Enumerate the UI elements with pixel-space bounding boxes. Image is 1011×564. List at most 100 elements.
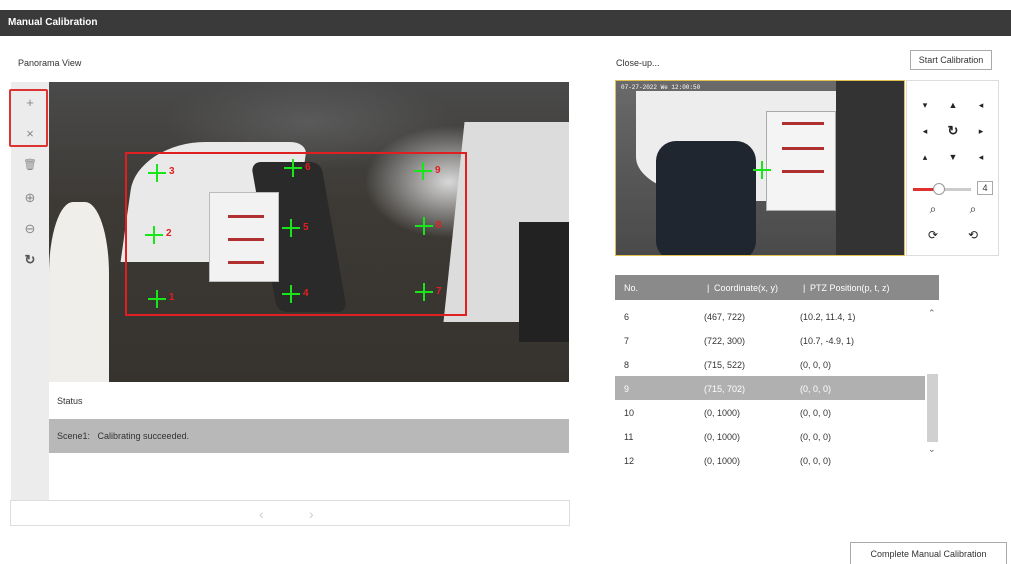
ptz-control-panel: ▾ ▲ ◂ ◂ ↻ ▸ ▴ ▼ ◂ 4 ⌕ ⌕ ⟳ ⟲ [906, 80, 999, 256]
speed-slider-handle[interactable] [933, 183, 946, 195]
closeup-view[interactable]: 07-27-2022 We 12:00:50 [615, 80, 905, 256]
cell-ptz: (10.2, 11.4, 1) [800, 312, 856, 322]
closeup-chair [656, 141, 756, 255]
closeup-dark-area [836, 81, 904, 255]
tool-highlight-box [9, 89, 48, 147]
zoom-in-icon[interactable]: ⊕ [11, 186, 49, 210]
start-calibration-button[interactable]: Start Calibration [910, 50, 992, 70]
ptz-right-icon[interactable]: ▸ [971, 121, 991, 141]
column-header: PTZ Position(p, t, z) [810, 283, 890, 293]
title-bar: Manual Calibration [0, 10, 1011, 36]
cell-ptz: (0, 0, 0) [800, 408, 832, 418]
cell-no: 12 [624, 456, 635, 466]
panorama-view[interactable]: 1 2 3 4 5 6 7 8 9 [49, 82, 569, 382]
cell-ptz: (10.7, -4.9, 1) [800, 336, 855, 346]
scroll-down-icon[interactable]: ⌄ [928, 444, 936, 455]
scrollbar-thumb[interactable] [927, 374, 938, 442]
closeup-osd-timestamp: 07-27-2022 We 12:00:50 [621, 84, 701, 91]
ptz-up-icon[interactable]: ▲ [943, 95, 963, 115]
calibration-point-marker[interactable] [282, 219, 300, 237]
cell-coordinate: (0, 1000) [704, 408, 741, 418]
page-title: Manual Calibration [8, 17, 98, 28]
next-page-icon[interactable]: › [309, 506, 314, 522]
point-label: 8 [436, 220, 442, 231]
table-header: No. | Coordinate(x, y) | PTZ Position(p,… [615, 275, 939, 300]
status-body [49, 453, 569, 500]
point-label: 2 [166, 228, 172, 239]
point-label: 9 [435, 165, 441, 176]
prev-page-icon[interactable]: ‹ [259, 506, 264, 522]
column-divider: | [803, 283, 806, 293]
status-message: Scene1: Calibrating succeeded. [57, 431, 190, 441]
zoom-out-ptz-icon[interactable]: ⌕ [963, 199, 983, 219]
calibration-point-marker[interactable] [415, 217, 433, 235]
table-row[interactable]: 10 (0, 1000) (0, 0, 0) [615, 400, 925, 424]
cell-ptz: (0, 0, 0) [800, 456, 832, 466]
point-label: 5 [303, 222, 309, 233]
zoom-out-icon[interactable]: ⊖ [11, 217, 49, 241]
ptz-down-right-icon[interactable]: ◂ [971, 147, 991, 167]
table-row[interactable]: 12 (0, 1000) (0, 0, 0) [615, 448, 925, 472]
ptz-up-right-icon[interactable]: ◂ [971, 95, 991, 115]
status-header: Status [49, 382, 569, 419]
point-label: 7 [436, 286, 442, 297]
cell-coordinate: (722, 300) [704, 336, 746, 346]
ptz-up-left-icon[interactable]: ▾ [915, 95, 935, 115]
status-label: Status [57, 396, 83, 406]
cell-ptz: (0, 0, 0) [800, 384, 832, 394]
calibration-point-marker[interactable] [148, 164, 166, 182]
calibration-point-marker[interactable] [415, 283, 433, 301]
refresh-icon[interactable]: ↻ [11, 248, 49, 272]
cell-coordinate: (715, 522) [704, 360, 746, 370]
table-row-selected[interactable]: 9 (715, 702) (0, 0, 0) [615, 376, 925, 400]
cell-no: 9 [624, 384, 630, 394]
cell-coordinate: (0, 1000) [704, 456, 741, 466]
calibration-point-marker[interactable] [284, 159, 302, 177]
calibration-point-marker[interactable] [282, 285, 300, 303]
speed-slider[interactable] [913, 183, 971, 195]
calibration-point-marker[interactable] [414, 162, 432, 180]
status-message-bar: Scene1: Calibrating succeeded. [49, 419, 569, 453]
dark-panel [519, 222, 569, 342]
cell-no: 8 [624, 360, 630, 370]
cell-no: 11 [624, 432, 634, 442]
cell-ptz: (0, 0, 0) [800, 360, 832, 370]
table-body: 6 (467, 722) (10.2, 11.4, 1) 7 (722, 300… [615, 302, 939, 472]
trash-icon[interactable]: 🗑 [11, 152, 49, 176]
closeup-label: Close-up... [616, 58, 660, 68]
panorama-label: Panorama View [18, 58, 82, 68]
column-header: No. [624, 283, 639, 293]
complete-manual-calibration-button[interactable]: Complete Manual Calibration [850, 542, 1007, 564]
focus-near-icon[interactable]: ⟳ [923, 225, 943, 245]
focus-far-icon[interactable]: ⟲ [963, 225, 983, 245]
cell-coordinate: (467, 722) [704, 312, 746, 322]
table-row[interactable]: 7 (722, 300) (10.7, -4.9, 1) [615, 328, 925, 352]
table-row[interactable]: 11 (0, 1000) (0, 0, 0) [615, 424, 925, 448]
cell-no: 6 [624, 312, 630, 322]
calibration-point-marker[interactable] [145, 226, 163, 244]
calibration-point-marker[interactable] [148, 290, 166, 308]
table-row[interactable]: 8 (715, 522) (0, 0, 0) [615, 352, 925, 376]
pager: ‹ › [10, 500, 570, 526]
cell-coordinate: (715, 702) [704, 384, 746, 394]
point-label: 3 [169, 166, 175, 177]
table-scrollbar[interactable]: ⌃ ⌄ [926, 302, 939, 472]
cell-coordinate: (0, 1000) [704, 432, 741, 442]
scroll-up-icon[interactable]: ⌃ [928, 308, 936, 319]
point-label: 4 [303, 288, 309, 299]
ptz-left-icon[interactable]: ◂ [915, 121, 935, 141]
ptz-down-icon[interactable]: ▼ [943, 147, 963, 167]
cell-no: 10 [624, 408, 635, 418]
closeup-cabinet [766, 111, 836, 211]
person [49, 202, 109, 382]
cell-ptz: (0, 0, 0) [800, 432, 832, 442]
speed-value: 4 [977, 181, 993, 195]
zoom-in-ptz-icon[interactable]: ⌕ [923, 199, 943, 219]
ptz-auto-icon[interactable]: ↻ [943, 121, 963, 141]
point-label: 1 [169, 292, 175, 303]
column-divider: | [707, 283, 710, 293]
cell-no: 7 [624, 336, 630, 346]
closeup-marker [753, 161, 771, 179]
ptz-down-left-icon[interactable]: ▴ [915, 147, 935, 167]
table-row[interactable]: 6 (467, 722) (10.2, 11.4, 1) [615, 304, 925, 328]
